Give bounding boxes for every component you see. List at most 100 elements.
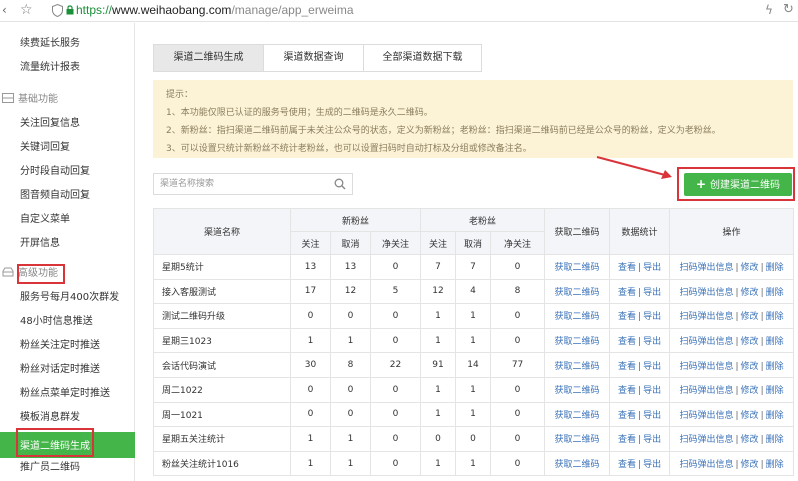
sidebar-item-template-msg[interactable]: 模板消息群发 [20,410,80,426]
get-qrcode-link[interactable]: 获取二维码 [555,337,600,347]
edit-link[interactable]: 修改 [741,362,759,372]
export-link[interactable]: 导出 [643,411,661,421]
back-arrow-icon[interactable]: ‹ [2,3,16,17]
get-qrcode-link[interactable]: 获取二维码 [555,411,600,421]
sidebar-item-keyword-reply[interactable]: 关键词回复 [20,140,70,156]
export-link[interactable]: 导出 [643,288,661,298]
edit-link[interactable]: 修改 [741,460,759,470]
view-link[interactable]: 查看 [618,337,636,347]
delete-link[interactable]: 删除 [766,435,784,445]
header-operations: 操作 [669,208,795,255]
delete-link[interactable]: 删除 [766,312,784,322]
view-link[interactable]: 查看 [618,288,636,298]
export-link[interactable]: 导出 [643,337,661,347]
get-qrcode-link[interactable]: 获取二维码 [555,362,600,372]
sidebar-group-basic: 基础功能 [0,92,58,108]
edit-link[interactable]: 修改 [741,288,759,298]
edit-link[interactable]: 修改 [741,337,759,347]
tab-download-all[interactable]: 全部渠道数据下载 [363,44,482,72]
export-link[interactable]: 导出 [643,362,661,372]
edit-link[interactable]: 修改 [741,386,759,396]
cell-old-follow: 12 [420,278,457,305]
sidebar-item-menu-push[interactable]: 粉丝点菜单定时推送 [20,386,110,402]
scan-popup-link[interactable]: 扫码弹出信息 [679,411,733,421]
export-link[interactable]: 导出 [643,435,661,445]
create-channel-qrcode-button[interactable]: + 创建渠道二维码 [684,173,792,196]
cell-new-unfollow: 13 [330,254,371,280]
view-link[interactable]: 查看 [618,386,636,396]
delete-link[interactable]: 删除 [766,337,784,347]
separator: | [735,312,739,323]
cell-old-unfollow: 7 [455,254,492,280]
get-qrcode-link[interactable]: 获取二维码 [555,460,600,470]
scan-popup-link[interactable]: 扫码弹出信息 [679,435,733,445]
cell-new-unfollow: 12 [330,278,371,305]
cell-get-qrcode: 获取二维码 [544,327,611,354]
sidebar-item-traffic-report[interactable]: 流量统计报表 [20,60,80,76]
get-qrcode-link[interactable]: 获取二维码 [555,386,600,396]
get-qrcode-link[interactable]: 获取二维码 [555,288,600,298]
scan-popup-link[interactable]: 扫码弹出信息 [679,337,733,347]
search-input[interactable] [160,176,330,192]
get-qrcode-link[interactable]: 获取二维码 [555,312,600,322]
edit-link[interactable]: 修改 [741,411,759,421]
view-link[interactable]: 查看 [618,411,636,421]
scan-popup-link[interactable]: 扫码弹出信息 [679,312,733,322]
delete-link[interactable]: 删除 [766,460,784,470]
scan-popup-link[interactable]: 扫码弹出信息 [679,288,733,298]
export-link[interactable]: 导出 [643,460,661,470]
flash-icon[interactable]: ϟ [765,3,773,17]
separator: | [760,386,764,397]
get-qrcode-link[interactable]: 获取二维码 [555,435,600,445]
cell-new-unfollow: 0 [330,303,371,329]
refresh-icon[interactable]: ↻ [783,2,794,17]
view-link[interactable]: 查看 [618,435,636,445]
export-link[interactable]: 导出 [643,386,661,396]
delete-link[interactable]: 删除 [766,263,784,273]
scan-popup-link[interactable]: 扫码弹出信息 [679,460,733,470]
edit-link[interactable]: 修改 [741,312,759,322]
get-qrcode-link[interactable]: 获取二维码 [555,263,600,273]
cell-new-unfollow: 1 [330,327,371,354]
cell-old-net: 0 [490,303,546,329]
url-protocol: https:// [76,3,113,17]
view-link[interactable]: 查看 [618,460,636,470]
view-link[interactable]: 查看 [618,312,636,322]
edit-link[interactable]: 修改 [741,435,759,445]
sidebar-item-48h-push[interactable]: 48小时信息推送 [20,314,93,330]
search-icon[interactable] [334,178,346,190]
cell-new-net: 0 [369,327,422,354]
cell-get-qrcode: 获取二维码 [544,352,611,378]
delete-link[interactable]: 删除 [766,288,784,298]
export-link[interactable]: 导出 [643,263,661,273]
sidebar-item-chat-push[interactable]: 粉丝对话定时推送 [20,362,100,378]
sidebar-item-media-reply[interactable]: 图音频自动回复 [20,188,90,204]
shield-icon[interactable] [52,4,63,17]
highlight-box-channel-qrcode [16,428,94,457]
sidebar-item-renew[interactable]: 续费延长服务 [20,36,80,52]
sidebar-item-mass-send[interactable]: 服务号每月400次群发 [20,290,119,306]
search-box [153,173,353,195]
export-link[interactable]: 导出 [643,312,661,322]
tab-channel-data[interactable]: 渠道数据查询 [263,44,364,72]
star-icon[interactable]: ☆ [20,2,34,18]
sidebar-item-promoter-qrcode[interactable]: 推广员二维码 [20,460,80,476]
sidebar-item-follow-reply[interactable]: 关注回复信息 [20,116,80,132]
sidebar-item-timed-reply[interactable]: 分时段自动回复 [20,164,90,180]
delete-link[interactable]: 删除 [766,362,784,372]
sidebar-item-follow-push[interactable]: 粉丝关注定时推送 [20,338,100,354]
cell-new-net: 0 [369,303,422,329]
edit-link[interactable]: 修改 [741,263,759,273]
delete-link[interactable]: 删除 [766,386,784,396]
delete-link[interactable]: 删除 [766,411,784,421]
scan-popup-link[interactable]: 扫码弹出信息 [679,386,733,396]
scan-popup-link[interactable]: 扫码弹出信息 [679,362,733,372]
tab-channel-qrcode[interactable]: 渠道二维码生成 [153,44,264,72]
view-link[interactable]: 查看 [618,263,636,273]
sidebar-item-custom-menu[interactable]: 自定义菜单 [20,212,70,228]
scan-popup-link[interactable]: 扫码弹出信息 [679,263,733,273]
url-text[interactable]: https://www.weihaobang.com/manage/app_er… [76,3,354,17]
table-row: 周二1022 0 0 0 1 1 0 获取二维码 查看 | 导出 扫码弹出信息 | 修改 | 删除 [153,376,795,403]
view-link[interactable]: 查看 [618,362,636,372]
sidebar-item-splash[interactable]: 开屏信息 [20,236,60,252]
